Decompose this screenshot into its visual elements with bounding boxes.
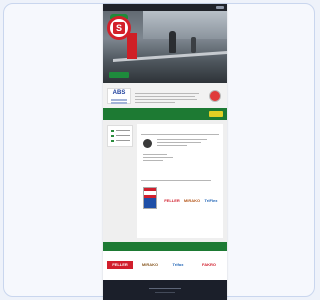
sidebar-card[interactable] <box>107 125 133 147</box>
intro-text-lines <box>135 93 199 105</box>
green-bar-button[interactable] <box>209 111 223 117</box>
brand-mark-text: ABS <box>112 90 126 96</box>
brand-logo-triflex[interactable]: TriFlex <box>201 198 221 203</box>
partner-logo-mirako[interactable]: MIRAKO <box>137 261 163 269</box>
brand-logo-mirako[interactable]: MIRAKO <box>183 198 201 203</box>
green-info-bar <box>103 108 227 120</box>
award-seal-icon <box>209 90 221 102</box>
hero-cta-button[interactable] <box>109 72 129 78</box>
hero-worker-figure <box>169 31 176 53</box>
partner-logo-feller[interactable]: FELLER <box>107 261 133 269</box>
hero-banner: S <box>103 11 227 83</box>
intro-section: ABS <box>103 83 227 108</box>
partner-logo-trifox[interactable]: Trifox <box>165 261 191 269</box>
hero-sky <box>143 11 227 39</box>
brand-logo-box: ABS <box>107 88 131 104</box>
search-icon[interactable] <box>216 6 224 9</box>
company-logo-icon[interactable]: S <box>107 14 133 44</box>
brand-logo-feller[interactable]: FELLER <box>163 198 181 203</box>
website-preview[interactable]: S ABS FELLER MIRAKO TriFlex FELLER MIRAK… <box>103 4 227 300</box>
info-icon <box>143 139 152 148</box>
partners-row: FELLER MIRAKO Trifox FAKRO <box>103 251 227 280</box>
partners-band <box>103 242 227 251</box>
content-area: FELLER MIRAKO TriFlex <box>103 120 227 242</box>
main-content-card: FELLER MIRAKO TriFlex <box>137 124 223 238</box>
top-navigation-bar <box>103 4 227 11</box>
partner-logo-fakro[interactable]: FAKRO <box>195 261 223 269</box>
brochure-thumbnail[interactable] <box>143 187 157 209</box>
hero-worker-figure <box>191 37 196 53</box>
site-footer <box>103 280 227 300</box>
